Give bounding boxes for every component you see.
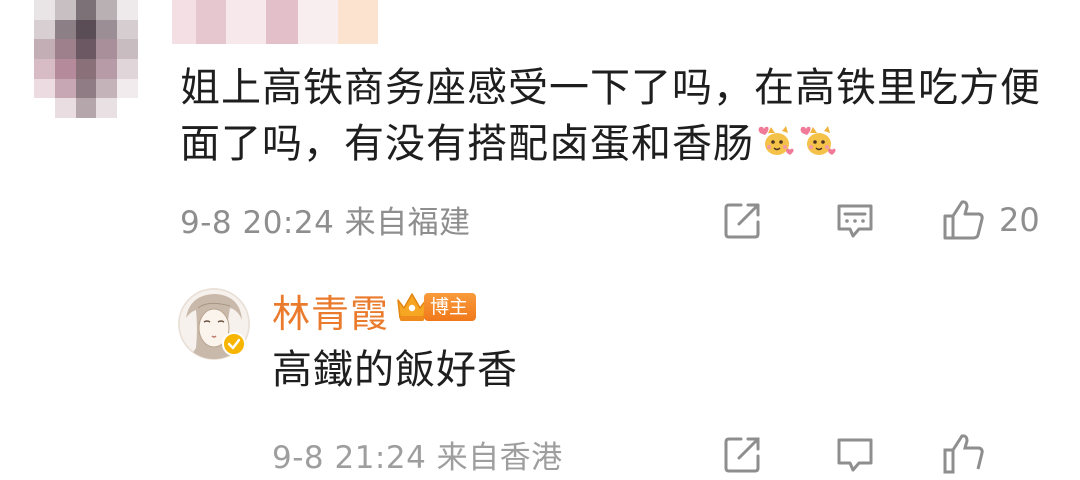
thumbs-up-icon [943,434,984,474]
share-icon [724,203,760,239]
reply-meta: 9-8 21:24 来自香港 [272,440,563,476]
comment-meta: 9-8 20:24 来自福建 [180,205,471,241]
pixelated-avatar-image [34,0,138,118]
share-button[interactable] [721,432,765,480]
commenter-name-blurred[interactable] [172,0,392,44]
verified-badge-icon [222,332,246,356]
blogger-name[interactable]: 林青霞 [272,283,389,338]
commenter-avatar[interactable] [34,0,138,118]
comment-icon [837,204,873,238]
blogger-tag-badge: 博主 [424,293,477,321]
comment-text: 姐上高铁商务座感受一下了吗，在高铁里吃方便面了吗，有没有搭配卤蛋和香肠 [180,65,1041,167]
heart-cat-emoji-icon [798,120,838,156]
reply-button[interactable] [833,198,877,246]
like-button[interactable] [941,432,987,476]
comment-body: 姐上高铁商务座感受一下了吗，在高铁里吃方便面了吗，有没有搭配卤蛋和香肠 [180,60,1060,172]
heart-cat-emoji-icon [756,120,796,156]
like-count: 20 [999,201,1040,239]
thumbs-up-icon [943,200,984,240]
comment-icon [837,438,873,472]
reply-button[interactable] [833,432,877,480]
like-button[interactable]: 20 [941,198,1040,242]
reply-body: 高鐵的飯好香 [272,347,518,393]
share-icon [724,437,760,473]
share-button[interactable] [721,198,765,246]
